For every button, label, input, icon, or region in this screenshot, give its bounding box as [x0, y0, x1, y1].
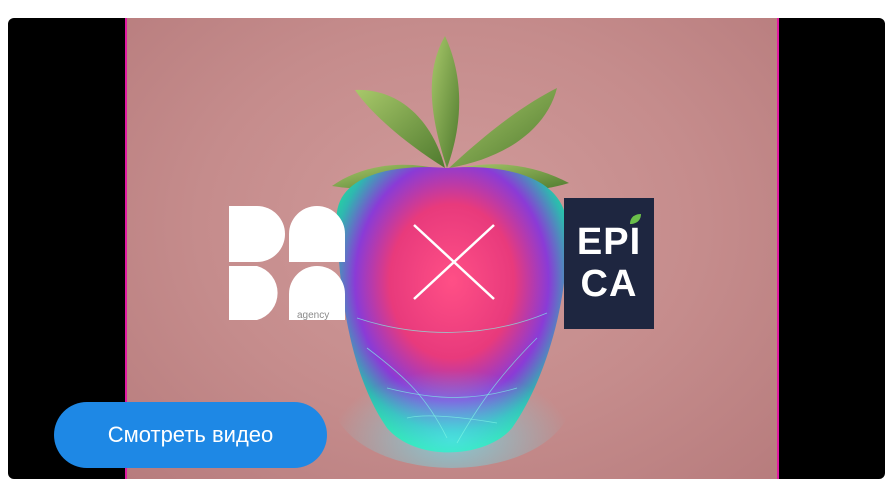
dada-agency-logo: agency [229, 206, 345, 321]
x-mark-icon [413, 224, 495, 300]
video-card[interactable]: agency EPI CA Смотреть видео [8, 18, 885, 479]
epica-line-2: CA [580, 263, 638, 305]
dada-sub-label: agency [297, 310, 329, 321]
epica-logo: EPI CA [564, 198, 654, 329]
watch-video-button[interactable]: Смотреть видео [54, 402, 327, 468]
epica-line-1: EPI [576, 221, 642, 263]
